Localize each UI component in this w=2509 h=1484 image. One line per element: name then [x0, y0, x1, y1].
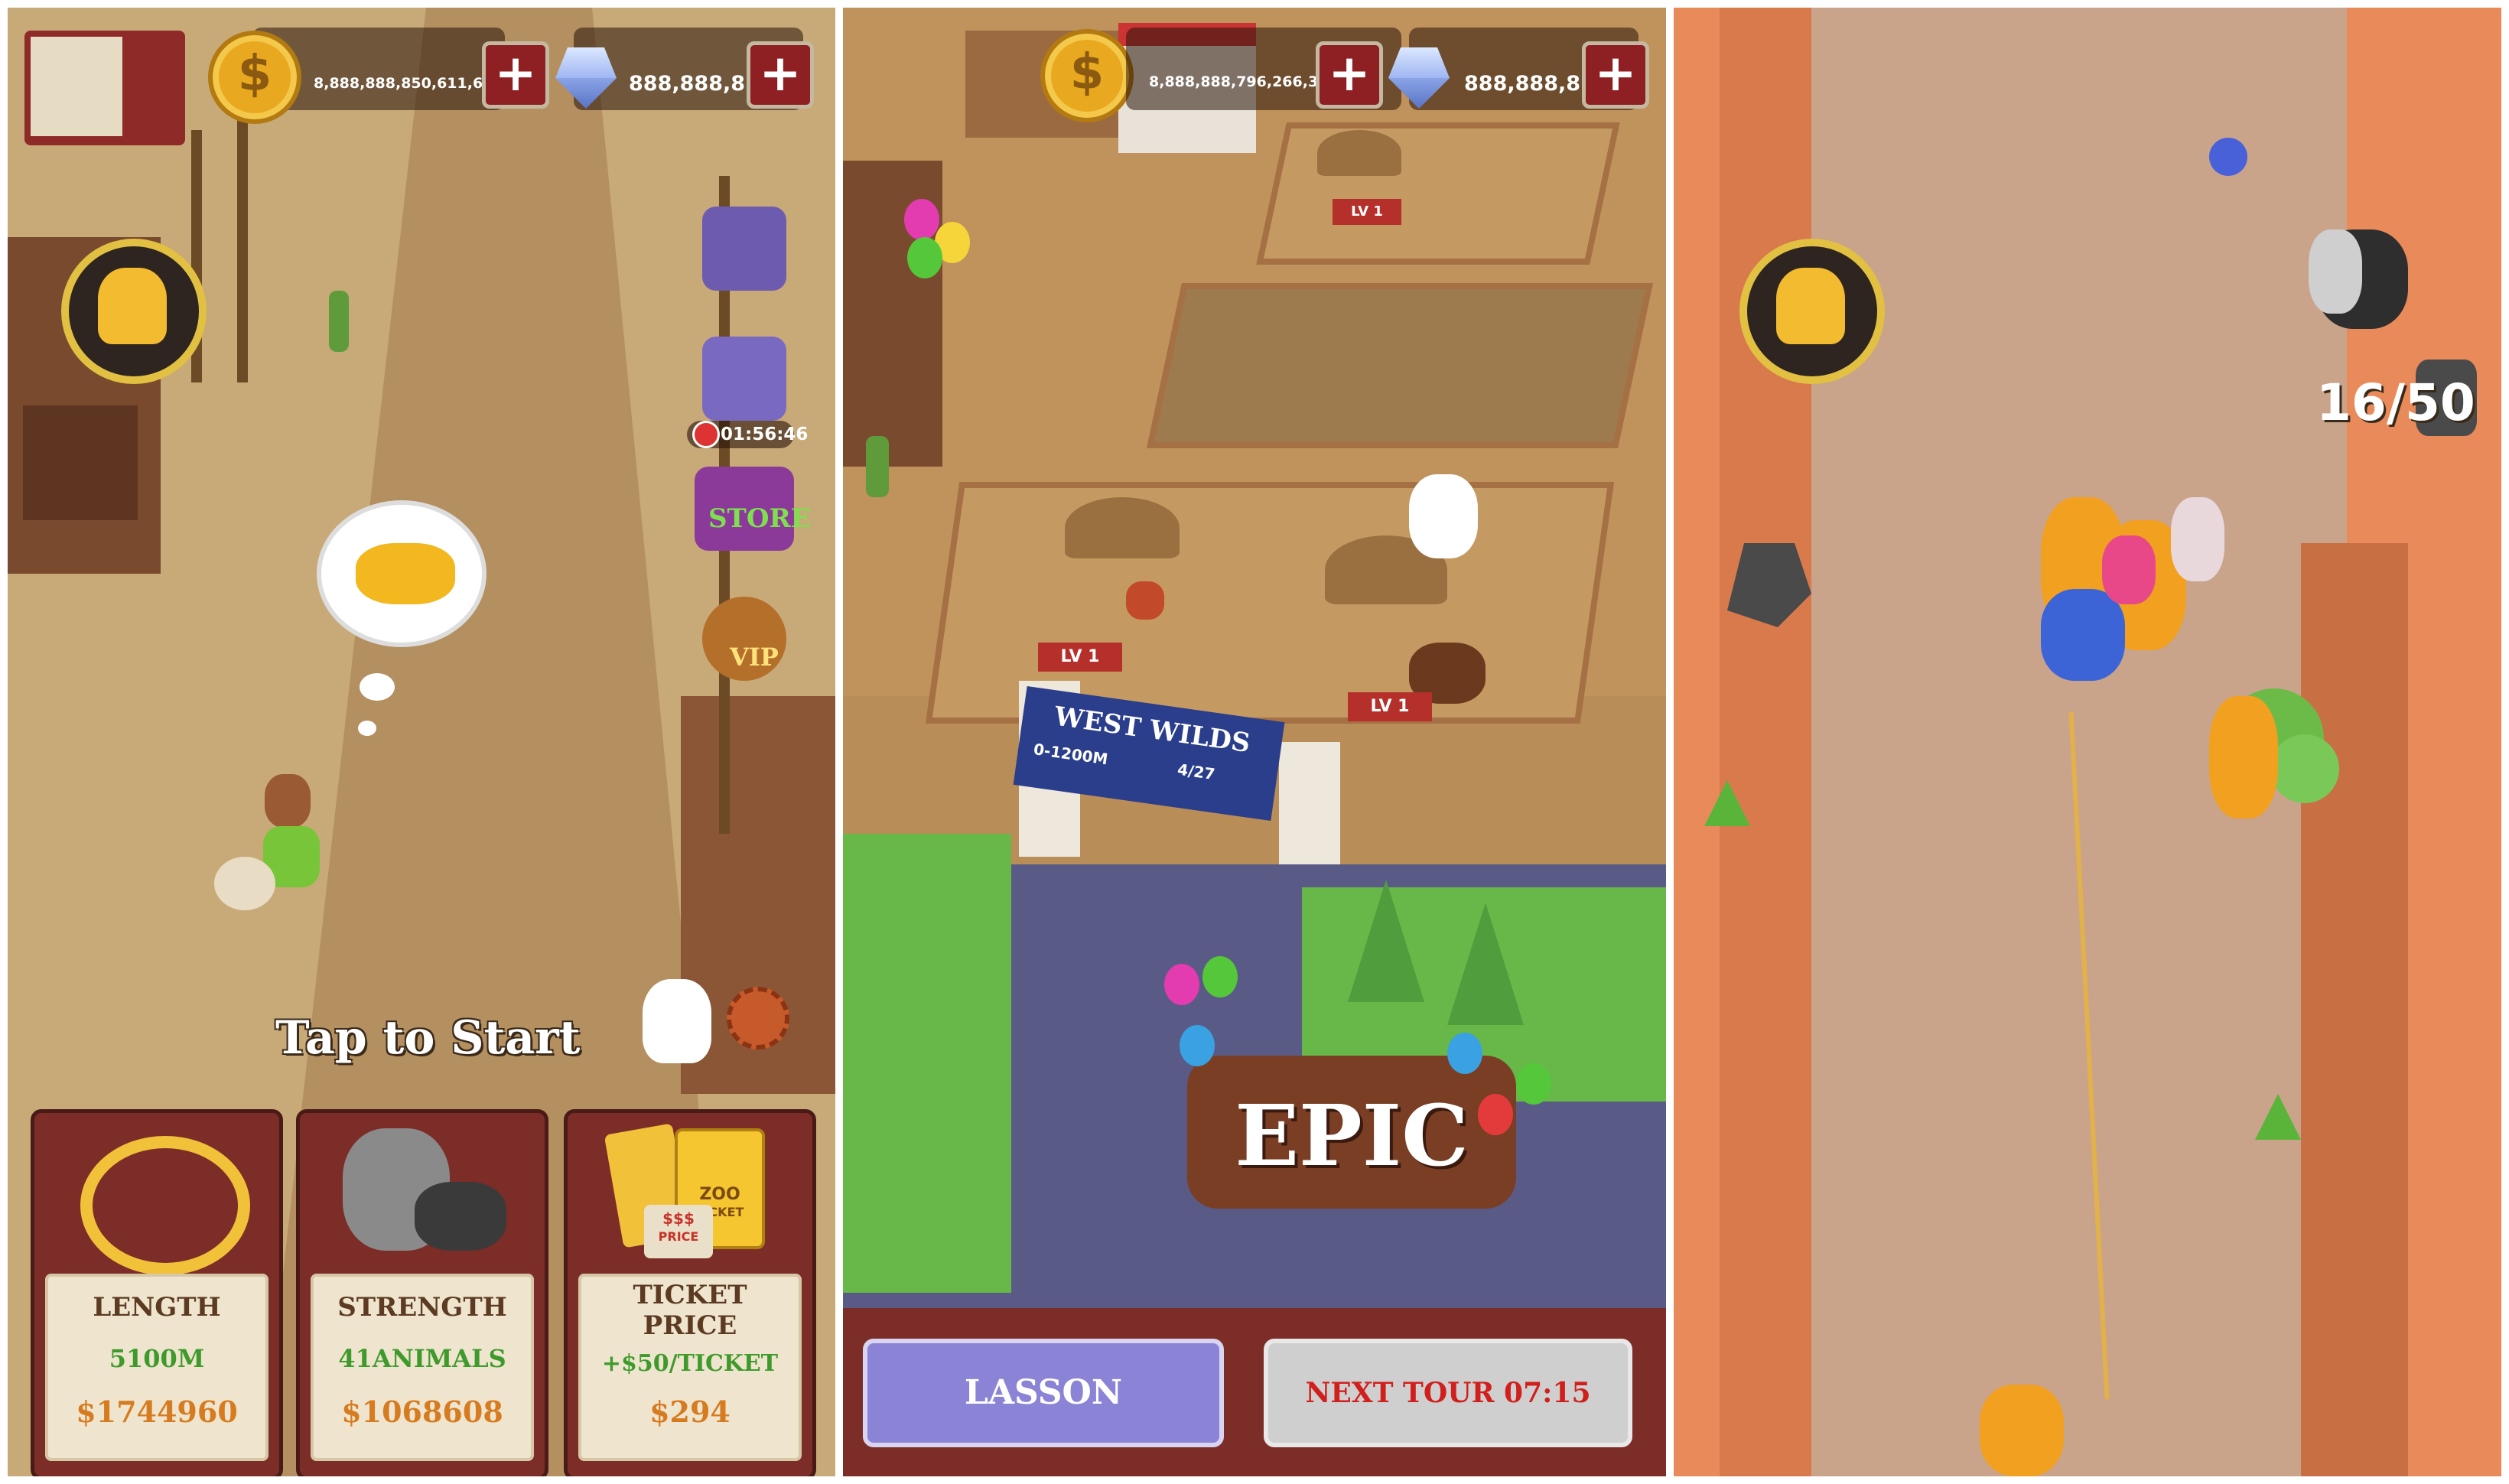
- bush: [2270, 734, 2339, 803]
- pen-hut: [1065, 497, 1180, 558]
- next-tour-button[interactable]: NEXT TOUR 07:15: [1264, 1339, 1632, 1447]
- upgrade-card-strength[interactable]: STRENGTH 41ANIMALS $1068608: [296, 1109, 548, 1476]
- pen-level-sign: LV 1: [1333, 199, 1401, 225]
- player-tiger: [1980, 1385, 2064, 1476]
- balloon-icon: [1164, 964, 1199, 1005]
- rhino-icon: [415, 1182, 506, 1251]
- upgrade-value: 5100M: [109, 1344, 205, 1373]
- pen-level-sign: LV 1: [1348, 692, 1432, 721]
- bubble-dot: [360, 673, 395, 701]
- coin-count: 8,888,888,796,266,311: [1149, 73, 1339, 90]
- dust-cloud: [214, 857, 275, 910]
- upgrade-value: +$50/TICKET: [601, 1350, 779, 1377]
- dragon-animal[interactable]: [2102, 535, 2156, 604]
- game-panel-menu: $ 8,888,888,850,611,611 + 888,888,828 + …: [8, 8, 835, 1476]
- canyon-shadow: [1720, 8, 1811, 1476]
- gem-icon: [549, 47, 623, 109]
- canyon-shadow: [2301, 543, 2408, 1476]
- balloon-icon: [1180, 1025, 1215, 1066]
- banner-count: 4/27: [1176, 760, 1216, 784]
- balloon-icon: [1447, 1033, 1482, 1074]
- cowboy-character: [265, 774, 311, 828]
- settings-gear-icon[interactable]: [727, 987, 789, 1050]
- card-paper: LENGTH 5100M $1744960: [45, 1274, 268, 1461]
- balloon-icon: [907, 237, 942, 278]
- alpaca-icon: [1776, 268, 1845, 344]
- bubble-dot: [358, 721, 376, 736]
- cactus: [329, 291, 349, 352]
- album-icon[interactable]: [702, 207, 786, 291]
- rhino-animal[interactable]: [2309, 229, 2362, 314]
- coins-in-bubble-icon: [356, 543, 455, 604]
- alpaca-icon: [98, 268, 167, 344]
- pig-animal[interactable]: [2171, 497, 2224, 581]
- price-tag-symbols: $$$: [662, 1209, 695, 1228]
- upgrade-price: $1068608: [341, 1395, 503, 1429]
- upgrade-price: $1744960: [76, 1395, 238, 1429]
- dragon-animal[interactable]: [2041, 589, 2125, 681]
- lasson-button[interactable]: LASSON: [863, 1339, 1224, 1447]
- store-label: STORE: [708, 503, 811, 534]
- ostrich-animal[interactable]: [1126, 581, 1164, 620]
- gem-icon: [1382, 47, 1456, 109]
- lasso-icon: [80, 1136, 250, 1275]
- bonus-balloon-icon[interactable]: [2209, 138, 2247, 176]
- upgrade-title-line2: PRICE: [643, 1310, 737, 1341]
- add-coins-button[interactable]: +: [482, 41, 549, 109]
- add-coins-button[interactable]: +: [1316, 41, 1383, 109]
- upgrade-title: STRENGTH: [337, 1292, 507, 1323]
- balloon-icon: [904, 199, 939, 240]
- grass-left: [843, 834, 1011, 1293]
- upgrade-title-line1: TICKET: [633, 1280, 747, 1310]
- cards-icon[interactable]: [702, 337, 786, 421]
- pen-level-sign: LV 1: [1038, 643, 1122, 672]
- pen-hut: [1317, 130, 1401, 176]
- coin-icon: $: [208, 31, 301, 124]
- balloon-icon: [1202, 956, 1238, 997]
- capture-progress: 16/50: [2316, 373, 2475, 432]
- empty-pen[interactable]: [1147, 283, 1653, 448]
- add-gems-button[interactable]: +: [1582, 41, 1649, 109]
- clock-icon: [692, 421, 720, 448]
- cactus: [866, 436, 889, 497]
- epic-sign-text: EPIC: [1235, 1086, 1469, 1185]
- tap-to-start-label[interactable]: Tap to Start: [275, 1011, 581, 1065]
- pointing-hand-icon: [643, 979, 711, 1063]
- banner-range: 0-1200M: [1032, 740, 1109, 769]
- card-paper: TICKET PRICE +$50/TICKET $294: [578, 1274, 802, 1461]
- upgrade-value: 41ANIMALS: [338, 1344, 506, 1373]
- lasso-rope: [2068, 711, 2110, 1400]
- ticket-zoo-text: ZOO: [699, 1185, 740, 1204]
- wanted-poster-image: [31, 37, 122, 136]
- dead-tree: [237, 107, 248, 382]
- epic-sign-board: EPIC: [1187, 1056, 1516, 1209]
- building-window: [23, 405, 138, 520]
- animal-pen[interactable]: [1256, 122, 1620, 265]
- balloon-icon: [1478, 1094, 1513, 1135]
- coin-icon: $: [1040, 29, 1134, 122]
- upgrade-card-length[interactable]: LENGTH 5100M $1744960: [31, 1109, 283, 1476]
- vip-label: VIP: [730, 643, 779, 672]
- bush: [2255, 1094, 2301, 1140]
- upgrade-title: LENGTH: [93, 1292, 221, 1323]
- price-tag-text: PRICE: [658, 1229, 699, 1244]
- balloon-icon: [1516, 1063, 1551, 1105]
- game-panel-zoo: LV 1 LV 1 LV 1 WEST WILDS 0-1200M 4/27 E…: [843, 8, 1666, 1476]
- add-gems-button[interactable]: +: [747, 41, 814, 109]
- coin-count: 8,888,888,850,611,611: [314, 75, 503, 92]
- game-panel-chase: 16/50: [1674, 8, 2501, 1476]
- upgrade-card-ticket[interactable]: ZOO TICKET $$$ PRICE TICKET PRICE +$50/T…: [564, 1109, 816, 1476]
- card-paper: STRENGTH 41ANIMALS $1068608: [311, 1274, 534, 1461]
- pointing-hand-icon: [1409, 474, 1478, 558]
- tiger-animal[interactable]: [2209, 696, 2278, 818]
- upgrade-price: $294: [649, 1395, 731, 1429]
- price-tag-icon: $$$ PRICE: [644, 1205, 713, 1258]
- timer-text: 01:56:46: [721, 425, 809, 444]
